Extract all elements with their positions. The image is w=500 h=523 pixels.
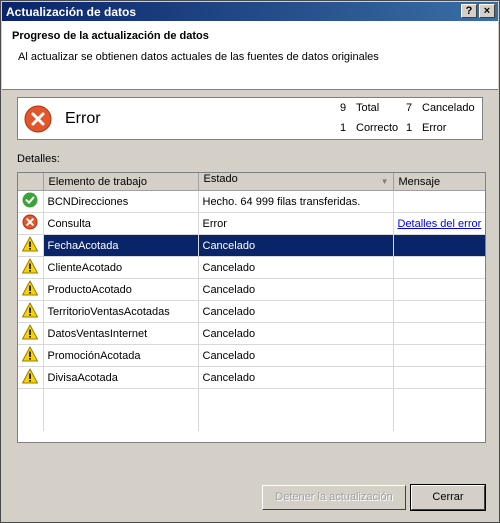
stat-cancelled-label: Cancelado [422, 102, 475, 114]
icon-column-header[interactable] [18, 173, 44, 191]
header-panel: Progreso de la actualización de datos Al… [2, 21, 498, 90]
header-title: Progreso de la actualización de datos [12, 30, 209, 42]
stat-error-label: Error [422, 122, 447, 134]
column-header-state[interactable]: Estado ▼ [198, 173, 394, 191]
work-item-cell: ProductoAcotado [43, 278, 199, 301]
warning-icon [18, 234, 44, 257]
warning-icon [18, 322, 44, 345]
stat-total-label: Total [356, 102, 380, 114]
title-bar[interactable]: Actualización de datos ? × [2, 2, 498, 21]
table-row[interactable]: FechaAcotada Cancelado [18, 234, 485, 257]
column-header-item-label: Elemento de trabajo [48, 175, 147, 188]
message-cell [393, 190, 485, 213]
state-cell: Cancelado [198, 278, 394, 301]
message-cell [393, 256, 485, 279]
error-icon [18, 212, 44, 235]
message-cell [393, 366, 485, 389]
state-cell: Cancelado [198, 234, 394, 257]
column-header-state-label: Estado [203, 173, 238, 185]
column-header-message[interactable]: Mensaje [393, 173, 485, 191]
state-cell: Cancelado [198, 322, 394, 345]
error-icon [24, 105, 52, 133]
stat-success-count: 1 [340, 122, 347, 134]
work-item-cell: PromociónAcotada [43, 344, 199, 367]
warning-icon [18, 366, 44, 389]
empty-cell [43, 410, 199, 431]
empty-cell [393, 388, 485, 410]
work-item-cell: DatosVentasInternet [43, 322, 199, 345]
stat-success-label: Correcto [356, 122, 399, 134]
warning-icon [18, 278, 44, 301]
work-item-cell: DivisaAcotada [43, 366, 199, 389]
work-item-cell: TerritorioVentasAcotadas [43, 300, 199, 323]
message-cell [393, 344, 485, 367]
window-title: Actualización de datos [6, 5, 137, 19]
table-row[interactable]: ClienteAcotado Cancelado [18, 256, 485, 279]
warning-icon [18, 344, 44, 367]
empty-cell [18, 410, 44, 431]
empty-row [18, 388, 485, 410]
table-row[interactable]: DatosVentasInternet Cancelado [18, 322, 485, 345]
table-row[interactable]: DivisaAcotada Cancelado [18, 366, 485, 389]
message-cell: Detalles del error [393, 212, 485, 235]
summary-status: Error [65, 110, 101, 127]
close-window-button[interactable]: × [479, 4, 495, 18]
message-cell [393, 278, 485, 301]
table-row[interactable]: TerritorioVentasAcotadas Cancelado [18, 300, 485, 323]
table-row[interactable]: PromociónAcotada Cancelado [18, 344, 485, 367]
message-cell [393, 322, 485, 345]
grid-header-row: Elemento de trabajo Estado ▼ Mensaje [18, 173, 485, 191]
empty-cell [198, 388, 394, 410]
warning-icon [18, 300, 44, 323]
error-details-link[interactable]: Detalles del error [398, 218, 482, 230]
empty-cell [393, 410, 485, 431]
stat-cancelled-count: 7 [406, 102, 413, 114]
state-cell: Cancelado [198, 366, 394, 389]
state-cell: Cancelado [198, 256, 394, 279]
help-button[interactable]: ? [461, 4, 477, 18]
work-item-cell: ClienteAcotado [43, 256, 199, 279]
message-cell [393, 300, 485, 323]
state-cell: Hecho. 64 999 filas transferidas. [198, 190, 394, 213]
success-icon [18, 190, 44, 213]
column-header-item[interactable]: Elemento de trabajo [43, 173, 199, 191]
state-cell: Cancelado [198, 344, 394, 367]
work-item-cell: BCNDirecciones [43, 190, 199, 213]
stop-refresh-button[interactable]: Detener la actualización [262, 485, 406, 510]
details-grid[interactable]: Elemento de trabajo Estado ▼ Mensaje BCND… [17, 172, 486, 443]
table-row[interactable]: ProductoAcotado Cancelado [18, 278, 485, 301]
empty-cell [18, 388, 44, 410]
state-cell: Cancelado [198, 300, 394, 323]
empty-cell [198, 410, 394, 431]
sort-arrow-icon: ▼ [380, 177, 389, 186]
summary-panel: Error 9 Total 7 Cancelado 1 Correcto 1 E… [17, 97, 483, 140]
work-item-cell: FechaAcotada [43, 234, 199, 257]
empty-cell [43, 388, 199, 410]
dialog-window: Actualización de datos ? × Progreso de l… [0, 0, 500, 523]
state-cell: Error [198, 212, 394, 235]
close-button[interactable]: Cerrar [410, 484, 486, 511]
table-row[interactable]: BCNDirecciones Hecho. 64 999 filas transf… [18, 190, 485, 213]
table-row[interactable]: Consulta Error Detalles del error [18, 212, 485, 235]
stat-total-count: 9 [340, 102, 347, 114]
header-subtitle: Al actualizar se obtienen datos actuales… [18, 51, 379, 63]
details-label: Detalles: [17, 153, 60, 165]
warning-icon [18, 256, 44, 279]
work-item-cell: Consulta [43, 212, 199, 235]
empty-row [18, 410, 485, 431]
message-cell [393, 234, 485, 257]
column-header-message-label: Mensaje [398, 175, 441, 188]
stat-error-count: 1 [406, 122, 413, 134]
